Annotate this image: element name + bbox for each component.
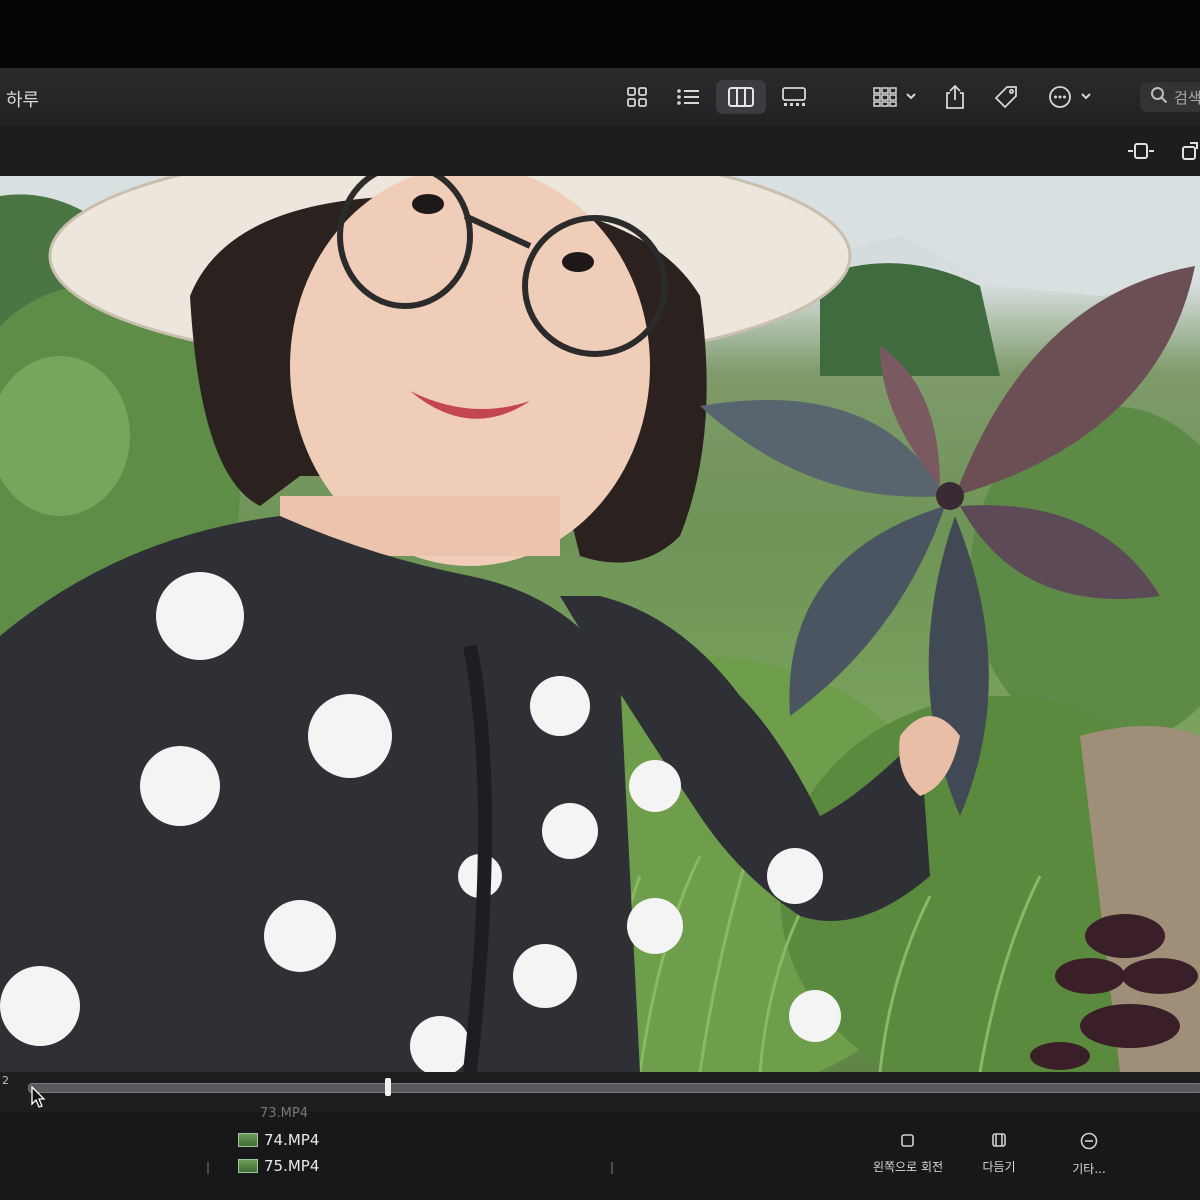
column-view-icon [728, 87, 754, 107]
file-name: 74.MP4 [264, 1131, 320, 1149]
share-button[interactable] [940, 80, 970, 114]
window-title: 하루 [6, 90, 40, 111]
video-thumbnail-icon [238, 1159, 258, 1173]
column-view-button[interactable] [716, 80, 766, 114]
file-item-73[interactable]: 73.MP4 [260, 1106, 308, 1121]
search-field[interactable]: 검색 [1140, 82, 1200, 112]
file-name: 75.MP4 [264, 1157, 320, 1175]
column-divider [611, 1162, 613, 1174]
column-divider [207, 1162, 209, 1174]
list-view-icon [676, 87, 700, 107]
toolbar: 하루 검색 [0, 68, 1200, 127]
fit-button[interactable] [1126, 134, 1156, 168]
search-placeholder: 검색 [1174, 88, 1200, 107]
icon-view-button[interactable] [622, 80, 652, 114]
more-icon [1046, 85, 1092, 109]
rotate-icon [1180, 141, 1200, 161]
share-icon [944, 84, 966, 110]
tag-icon [993, 84, 1019, 110]
preview-subbar [0, 126, 1200, 176]
file-item-74[interactable]: 74.MP4 [238, 1131, 319, 1149]
file-item-75[interactable]: 75.MP4 [238, 1157, 319, 1175]
scrubber-track[interactable] [28, 1083, 1200, 1093]
more-label: 기타... [1072, 1162, 1106, 1176]
group-icon [869, 86, 919, 108]
more-button[interactable] [1044, 80, 1094, 114]
gallery-view-button[interactable] [778, 80, 810, 114]
rotate-left-action[interactable]: 왼쪽으로 회전 [860, 1132, 956, 1175]
video-scrubber: 2 [0, 1072, 1200, 1112]
list-view-button[interactable] [673, 80, 703, 114]
search-icon [1150, 86, 1168, 108]
group-button[interactable] [868, 80, 920, 114]
rotate-left-icon [860, 1132, 956, 1148]
rotate-left-label: 왼쪽으로 회전 [872, 1160, 944, 1174]
tag-button[interactable] [990, 80, 1022, 114]
frame-index: 2 [2, 1074, 9, 1087]
more-circle-icon [1058, 1132, 1120, 1150]
screen-bezel [0, 0, 1200, 68]
trim-label: 다듬기 [982, 1160, 1016, 1174]
trim-action[interactable]: 다듬기 [968, 1132, 1030, 1175]
video-thumbnail-icon [238, 1133, 258, 1147]
gallery-view-icon [781, 86, 807, 108]
trim-icon [968, 1132, 1030, 1148]
more-actions[interactable]: 기타... [1058, 1132, 1120, 1177]
photo-preview [0, 176, 1200, 1072]
fit-icon [1127, 141, 1155, 161]
scrubber-handle[interactable] [385, 1078, 391, 1096]
rotate-button[interactable] [1180, 134, 1200, 168]
icon-view-icon [626, 86, 648, 108]
mouse-cursor-icon [30, 1085, 46, 1112]
